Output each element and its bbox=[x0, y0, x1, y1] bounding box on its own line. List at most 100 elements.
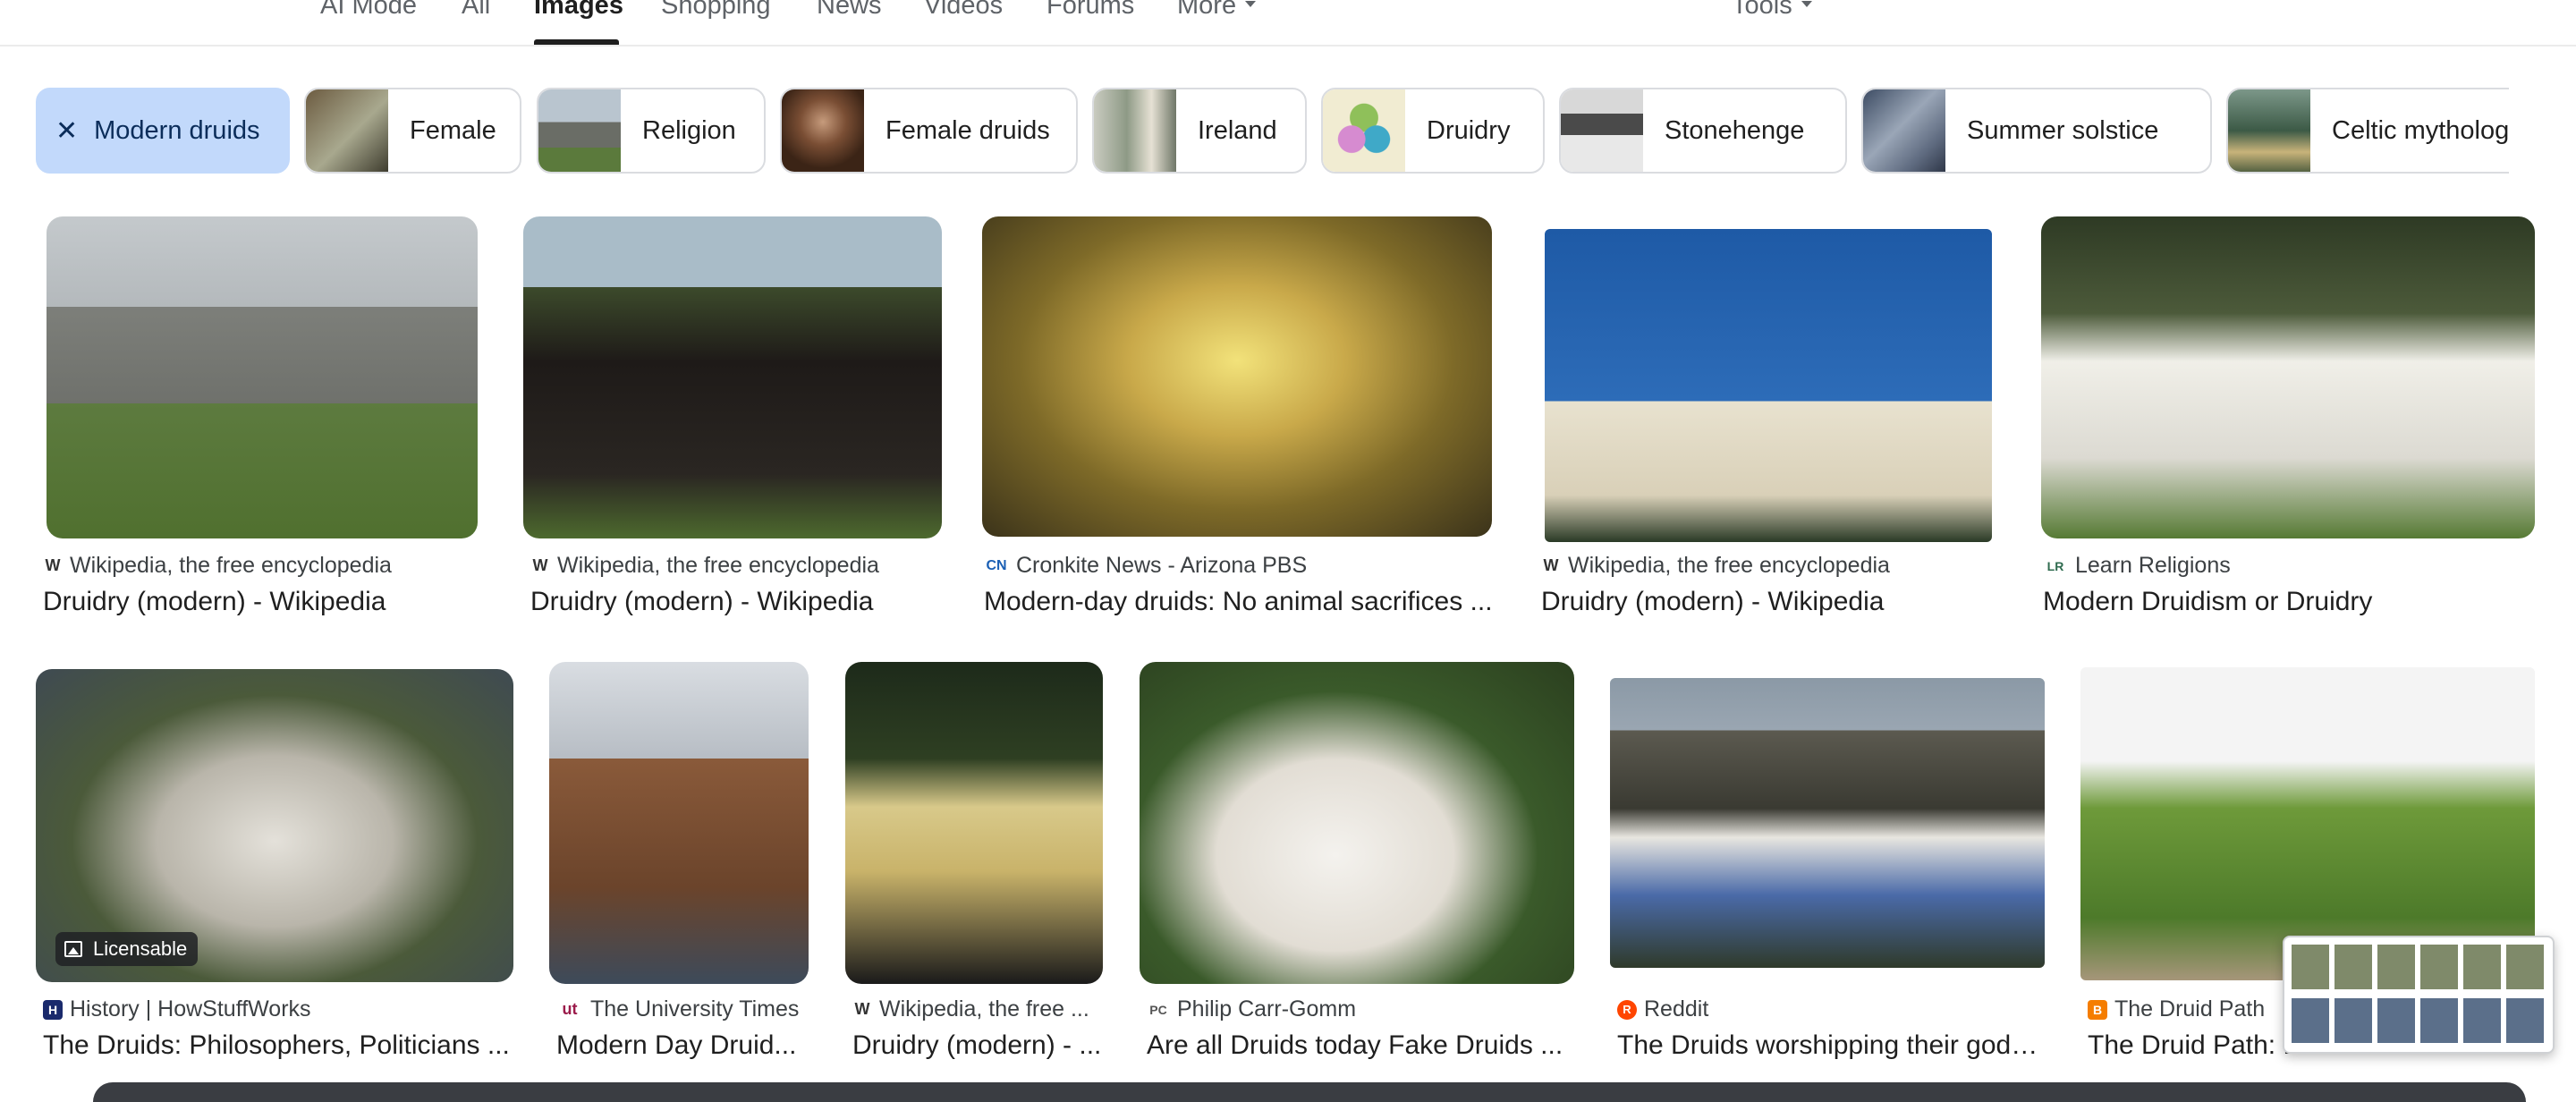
tab-forums[interactable]: Forums bbox=[1046, 0, 1134, 21]
result-title[interactable]: Druidry (modern) - Wikipedia bbox=[530, 587, 942, 617]
result-title[interactable]: Druidry (modern) - ... bbox=[852, 1030, 1103, 1061]
result-title[interactable]: Modern Day Druid... bbox=[556, 1030, 809, 1061]
chip-label: Ireland bbox=[1198, 115, 1277, 145]
image-result[interactable]: W Wikipedia, the free encyclopedia Druidr… bbox=[1534, 216, 1999, 619]
chip-thumbnail bbox=[1561, 89, 1643, 172]
chip-female-druids[interactable]: Female druids bbox=[780, 88, 1078, 174]
result-source: The University Times bbox=[590, 996, 800, 1021]
chip-modern-druids-selected[interactable]: ✕ Modern druids bbox=[36, 88, 290, 174]
image-icon bbox=[64, 941, 82, 957]
result-thumbnail bbox=[549, 662, 809, 984]
learn-religions-icon: LR bbox=[2046, 558, 2064, 573]
chip-label: Stonehenge bbox=[1665, 115, 1805, 145]
result-thumbnail bbox=[47, 216, 478, 538]
result-thumbnail bbox=[982, 216, 1492, 537]
result-title[interactable]: Druidry (modern) - Wikipedia bbox=[1541, 587, 1988, 617]
chip-label: Celtic mythology bbox=[2332, 115, 2509, 145]
tab-more[interactable]: More bbox=[1177, 0, 1257, 21]
result-thumbnail bbox=[1140, 662, 1574, 984]
chip-summer-solstice[interactable]: Summer solstice bbox=[1861, 88, 2212, 174]
philip-carr-gomm-icon: PC bbox=[1149, 1002, 1167, 1017]
result-title[interactable]: The Druids worshipping their gods... bbox=[1617, 1030, 2046, 1061]
os-taskbar bbox=[93, 1082, 2526, 1102]
chip-thumbnail bbox=[1094, 89, 1176, 172]
result-source: Wikipedia, the free encyclopedia bbox=[70, 553, 392, 578]
image-result[interactable]: PC Philip Carr-Gomm Are all Druids today … bbox=[1140, 662, 1576, 1064]
tab-videos[interactable]: Videos bbox=[924, 0, 1003, 21]
result-source: History | HowStuffWorks bbox=[70, 996, 311, 1021]
result-source: Philip Carr-Gomm bbox=[1177, 996, 1357, 1021]
result-title[interactable]: Modern Druidism or Druidry bbox=[2043, 587, 2526, 617]
result-title[interactable]: Are all Druids today Fake Druids ... bbox=[1147, 1030, 1576, 1061]
tab-images[interactable]: Images bbox=[534, 0, 623, 21]
active-tab-underline bbox=[534, 39, 619, 45]
google-images-results-page: AI Mode All Images Shopping News Videos … bbox=[0, 0, 2576, 1102]
tab-ai-mode[interactable]: AI Mode bbox=[320, 0, 417, 21]
tab-news[interactable]: News bbox=[817, 0, 882, 21]
result-source: The Druid Path bbox=[2114, 996, 2266, 1021]
preview-thumbnails-row bbox=[2292, 945, 2547, 989]
image-result[interactable]: Licensable H History | HowStuffWorks The … bbox=[36, 662, 519, 1064]
chip-religion[interactable]: Religion bbox=[537, 88, 766, 174]
result-thumbnail bbox=[1610, 678, 2045, 968]
chip-ireland[interactable]: Ireland bbox=[1092, 88, 1307, 174]
result-source: Wikipedia, the free encyclopedia bbox=[557, 553, 879, 578]
tab-all[interactable]: All bbox=[462, 0, 490, 21]
chip-label: Summer solstice bbox=[1967, 115, 2159, 145]
howstuffworks-icon: H bbox=[43, 999, 63, 1020]
chevron-down-icon bbox=[1801, 0, 1812, 7]
result-title[interactable]: Modern-day druids: No animal sacrifices … bbox=[984, 587, 1494, 617]
chip-label: Female druids bbox=[886, 115, 1050, 145]
result-thumbnail: Licensable bbox=[36, 669, 513, 982]
page-preview-popup[interactable] bbox=[2283, 936, 2555, 1054]
result-source: Wikipedia, the free ... bbox=[879, 996, 1089, 1021]
result-thumbnail bbox=[2041, 216, 2535, 538]
refinement-chips: ✕ Modern druids Female Religion Female d… bbox=[36, 88, 2509, 174]
chip-label: Religion bbox=[642, 115, 736, 145]
chip-thumbnail bbox=[2228, 89, 2310, 172]
image-result[interactable]: ut The University Times Modern Day Druid.… bbox=[549, 662, 809, 1064]
chip-thumbnail bbox=[306, 89, 388, 172]
result-source: Learn Religions bbox=[2075, 553, 2231, 578]
wikipedia-icon: W bbox=[45, 556, 61, 574]
chip-label: Modern druids bbox=[94, 115, 260, 145]
wikipedia-icon: W bbox=[532, 556, 548, 574]
preview-thumbnails-row bbox=[2292, 998, 2547, 1043]
result-thumbnail bbox=[1545, 229, 1992, 542]
chip-thumbnail bbox=[1863, 89, 1945, 172]
result-thumbnail bbox=[845, 662, 1103, 984]
licensable-badge: Licensable bbox=[55, 932, 199, 966]
result-thumbnail bbox=[2080, 667, 2535, 980]
chevron-down-icon bbox=[1245, 0, 1257, 7]
chip-label: Female bbox=[410, 115, 496, 145]
chip-thumbnail bbox=[538, 89, 621, 172]
tab-more-label: More bbox=[1177, 0, 1237, 20]
image-result[interactable]: R Reddit The Druids worshipping their god… bbox=[1610, 662, 2048, 1064]
chip-female[interactable]: Female bbox=[304, 88, 521, 174]
image-result[interactable]: W Wikipedia, the free encyclopedia Druidr… bbox=[523, 216, 944, 619]
close-icon[interactable]: ✕ bbox=[55, 115, 78, 147]
tools-label: Tools bbox=[1732, 0, 1792, 20]
chip-druidry[interactable]: Druidry bbox=[1321, 88, 1545, 174]
result-title[interactable]: The Druids: Philosophers, Politicians ..… bbox=[43, 1030, 517, 1061]
result-source: Cronkite News - Arizona PBS bbox=[1016, 553, 1308, 578]
tab-shopping[interactable]: Shopping bbox=[661, 0, 771, 21]
result-title[interactable]: Druidry (modern) - Wikipedia bbox=[43, 587, 472, 617]
blogger-icon: B bbox=[2088, 999, 2107, 1020]
search-type-tabs: AI Mode All Images Shopping News Videos … bbox=[0, 0, 2576, 47]
badge-label: Licensable bbox=[93, 937, 188, 960]
chip-thumbnail bbox=[782, 89, 864, 172]
result-source: Reddit bbox=[1644, 996, 1709, 1021]
chip-label: Druidry bbox=[1427, 115, 1511, 145]
image-result[interactable]: W Wikipedia, the free encyclopedia Druidr… bbox=[36, 216, 483, 619]
cronkite-news-icon: CN bbox=[986, 557, 1007, 573]
result-thumbnail bbox=[523, 216, 942, 538]
wikipedia-icon: W bbox=[854, 1000, 870, 1018]
image-result[interactable]: LR Learn Religions Modern Druidism or Dru… bbox=[2041, 216, 2535, 619]
image-result[interactable]: CN Cronkite News - Arizona PBS Modern-day… bbox=[982, 216, 1496, 619]
reddit-icon: R bbox=[1617, 999, 1637, 1020]
chip-stonehenge[interactable]: Stonehenge bbox=[1559, 88, 1847, 174]
image-result[interactable]: W Wikipedia, the free ... Druidry (modern… bbox=[845, 662, 1105, 1064]
chip-celtic-mythology[interactable]: Celtic mythology bbox=[2226, 88, 2509, 174]
tools-button[interactable]: Tools bbox=[1732, 0, 1812, 21]
